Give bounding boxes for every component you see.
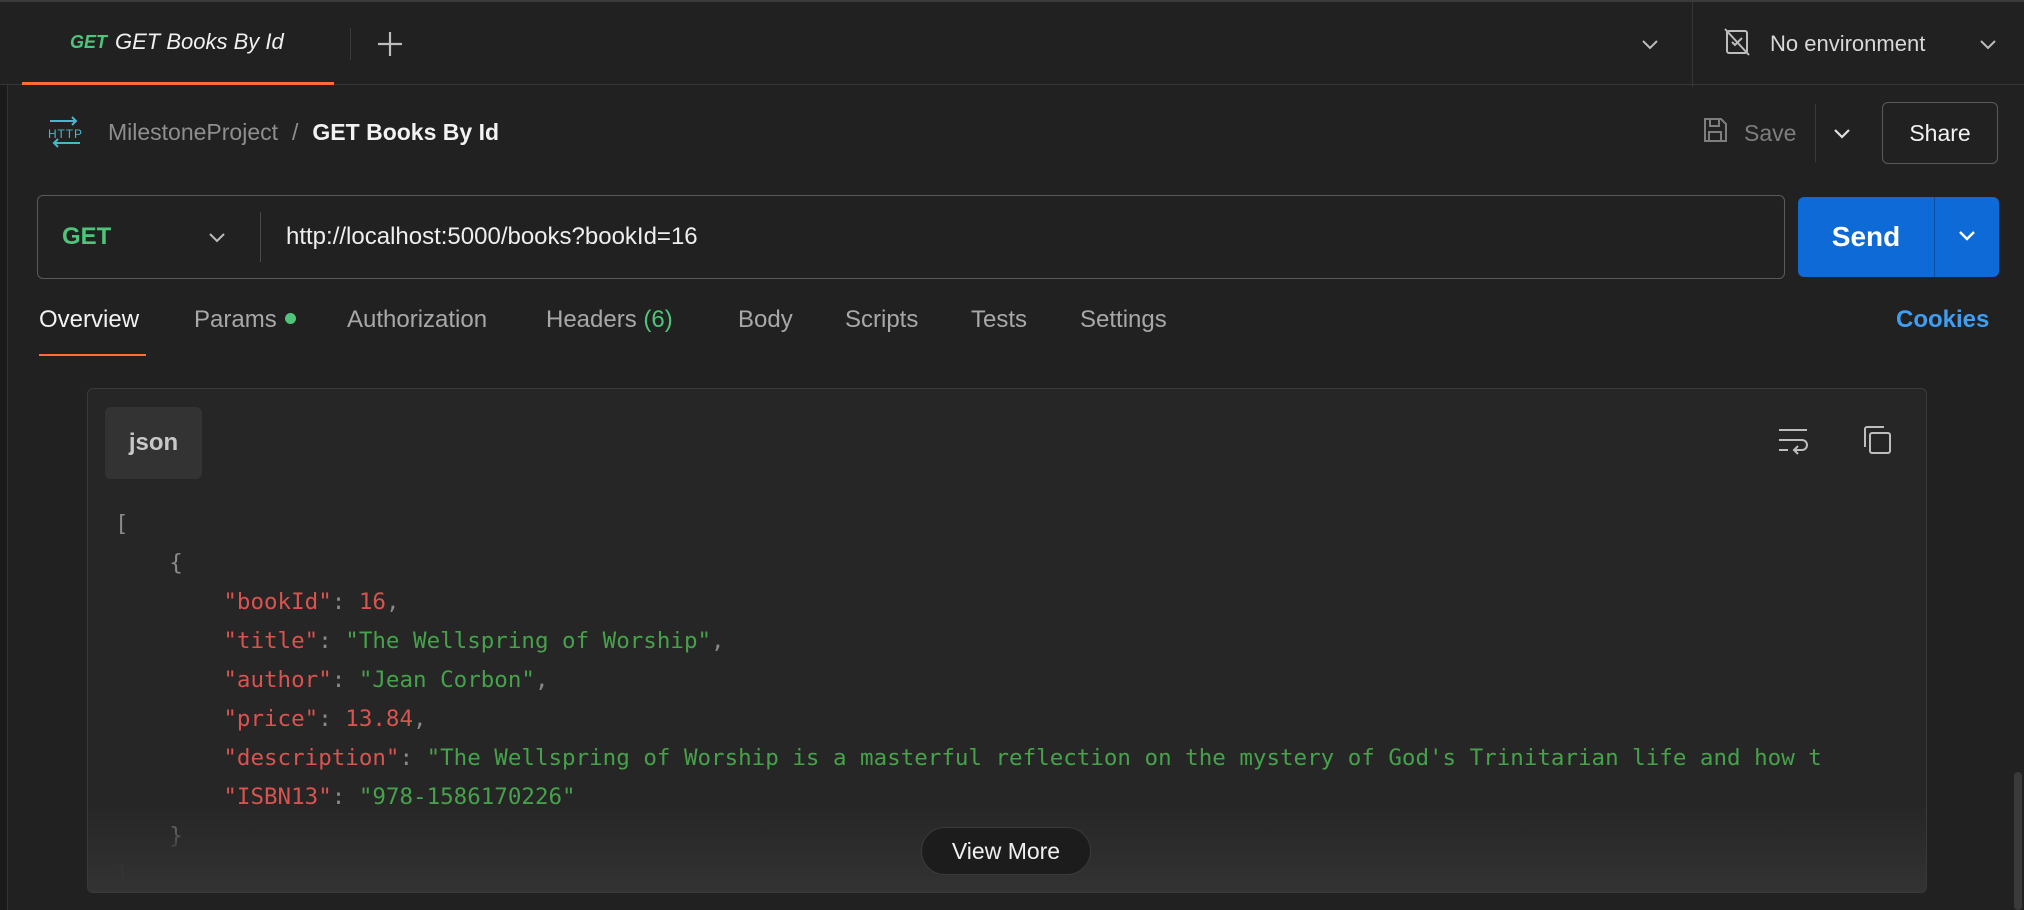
json-key: "description" xyxy=(223,745,400,771)
tab-scripts[interactable]: Scripts xyxy=(845,306,918,334)
method-label: GET xyxy=(62,223,112,250)
json-value: "The Wellspring of Worship" xyxy=(345,628,712,654)
environment-label: No environment xyxy=(1770,31,1926,56)
headers-count: (6) xyxy=(643,306,673,333)
tab-authorization[interactable]: Authorization xyxy=(347,306,487,334)
json-open-brace: { xyxy=(169,550,183,576)
tab-overview[interactable]: Overview xyxy=(39,306,139,334)
page-title[interactable]: GET Books By Id xyxy=(312,119,499,146)
http-icon: HTTP xyxy=(46,115,84,149)
tab-headers-label: Headers xyxy=(546,306,637,333)
json-line-price: "price": 13.84, xyxy=(223,706,427,732)
wrap-lines-icon[interactable] xyxy=(1775,422,1811,458)
environment-selector[interactable]: No environment xyxy=(1722,22,1925,66)
language-badge[interactable]: json xyxy=(105,407,202,479)
tab-params-label: Params xyxy=(194,306,277,333)
json-key: "author" xyxy=(223,667,332,693)
send-button[interactable]: Send xyxy=(1798,197,1934,277)
json-key: "bookId" xyxy=(223,589,332,615)
tab-body[interactable]: Body xyxy=(738,306,793,334)
json-line-description: "description": "The Wellspring of Worshi… xyxy=(223,745,1822,771)
chevron-down-icon[interactable] xyxy=(1828,119,1856,147)
method-select[interactable]: GET xyxy=(38,196,260,278)
json-value: "Jean Corbon" xyxy=(358,667,535,693)
tab-divider xyxy=(350,28,351,60)
tab-settings[interactable]: Settings xyxy=(1080,306,1167,334)
breadcrumb: HTTP MilestoneProject / GET Books By Id xyxy=(46,112,499,152)
save-label: Save xyxy=(1744,119,1797,146)
copy-icon[interactable] xyxy=(1859,422,1895,458)
chevron-down-icon[interactable] xyxy=(1974,30,2002,58)
active-tab-indicator xyxy=(39,354,146,356)
tab-tests[interactable]: Tests xyxy=(971,306,1027,334)
chevron-down-icon xyxy=(203,223,231,251)
breadcrumb-collection[interactable]: MilestoneProject xyxy=(108,119,278,146)
json-key: "price" xyxy=(223,706,319,732)
save-icon xyxy=(1700,115,1730,151)
json-value: "The Wellspring of Worship is a masterfu… xyxy=(426,745,1822,771)
tab-params[interactable]: Params xyxy=(194,306,296,334)
json-line-title: "title": "The Wellspring of Worship", xyxy=(223,628,725,654)
share-button[interactable]: Share xyxy=(1882,102,1998,164)
tab-bar: GET GET Books By Id No environment xyxy=(0,0,2024,87)
tab-title: GET Books By Id xyxy=(115,29,284,54)
scrollbar-thumb[interactable] xyxy=(2014,772,2022,910)
params-indicator-dot xyxy=(284,313,296,325)
tab-get-books-by-id[interactable]: GET GET Books By Id xyxy=(22,2,334,85)
save-button[interactable]: Save xyxy=(1700,114,1796,152)
send-options-button[interactable] xyxy=(1935,197,1999,277)
cookies-link[interactable]: Cookies xyxy=(1896,306,1989,334)
left-sidebar-edge xyxy=(0,0,8,910)
plus-icon[interactable] xyxy=(372,26,408,62)
svg-text:HTTP: HTTP xyxy=(48,127,82,141)
json-line-bookid: "bookId": 16, xyxy=(223,589,400,615)
save-divider xyxy=(1815,104,1816,162)
url-divider xyxy=(260,212,261,262)
url-bar: GET xyxy=(37,195,1785,279)
url-input[interactable] xyxy=(286,196,1766,278)
environment-divider xyxy=(1692,2,1693,87)
tab-headers[interactable]: Headers (6) xyxy=(546,306,673,334)
json-key: "title" xyxy=(223,628,319,654)
no-environment-icon xyxy=(1722,27,1752,62)
chevron-down-icon xyxy=(1953,221,1981,254)
json-value: 13.84 xyxy=(345,706,414,732)
json-value: 16 xyxy=(358,589,386,615)
json-line-author: "author": "Jean Corbon", xyxy=(223,667,549,693)
chevron-down-icon[interactable] xyxy=(1636,30,1664,58)
tab-method: GET xyxy=(70,31,108,52)
json-open-bracket: [ xyxy=(115,511,129,537)
view-more-button[interactable]: View More xyxy=(921,827,1091,875)
json-example-panel: json [ { "bookId": 16, "title": "The Wel… xyxy=(87,388,1927,893)
breadcrumb-separator: / xyxy=(292,118,299,145)
